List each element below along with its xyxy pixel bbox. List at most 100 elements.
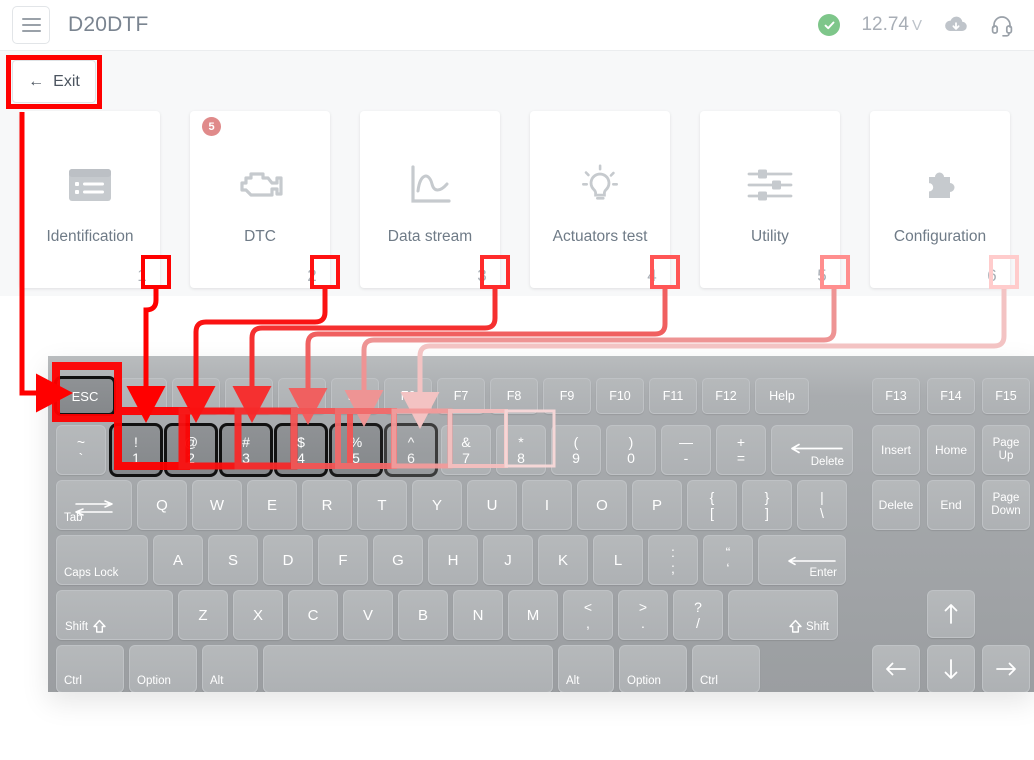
key-slash[interactable]: ? / bbox=[673, 590, 723, 640]
key-t[interactable]: T bbox=[357, 480, 407, 530]
key-y[interactable]: Y bbox=[412, 480, 462, 530]
menu-card-utility[interactable]: Utility 5 bbox=[700, 111, 840, 288]
exit-button[interactable]: ← Exit bbox=[12, 60, 96, 103]
key-key[interactable]: + = bbox=[716, 425, 766, 475]
key-backslash[interactable]: | \ bbox=[797, 480, 847, 530]
key-h[interactable]: H bbox=[428, 535, 478, 585]
key-f2[interactable]: F2 bbox=[172, 378, 220, 414]
key-label: >. bbox=[638, 598, 648, 631]
key-4[interactable]: $4 bbox=[274, 423, 328, 477]
key-d[interactable]: D bbox=[263, 535, 313, 585]
menu-card-dtc[interactable]: 5 DTC 2 bbox=[190, 111, 330, 288]
key-f4[interactable]: F4 bbox=[278, 378, 326, 414]
key-key[interactable]: {[ bbox=[687, 480, 737, 530]
key-arrow-left[interactable] bbox=[872, 645, 920, 692]
key-alt-left[interactable]: Alt bbox=[202, 645, 258, 692]
key-2[interactable]: @2 bbox=[164, 423, 218, 477]
key-tab[interactable]: Tab bbox=[56, 480, 132, 530]
key-esc[interactable]: ESC bbox=[54, 376, 116, 416]
key-end-nav[interactable]: End bbox=[927, 480, 975, 530]
key-c[interactable]: C bbox=[288, 590, 338, 640]
key-alt-right[interactable]: Alt bbox=[558, 645, 614, 692]
key-i[interactable]: I bbox=[522, 480, 572, 530]
key-arrow-up[interactable] bbox=[927, 590, 975, 638]
key-z[interactable]: Z bbox=[178, 590, 228, 640]
key-7[interactable]: & 7 bbox=[441, 425, 491, 475]
key-q[interactable]: Q bbox=[137, 480, 187, 530]
key-f[interactable]: F bbox=[318, 535, 368, 585]
key-page-up[interactable]: Page Up bbox=[982, 425, 1030, 475]
key-0[interactable]: ) 0 bbox=[606, 425, 656, 475]
key-1[interactable]: ! 1 bbox=[109, 423, 163, 477]
key-key[interactable]: ~ ` bbox=[56, 425, 106, 475]
menu-card-data-stream[interactable]: Data stream 3 bbox=[360, 111, 500, 288]
key-delete-nav[interactable]: Delete bbox=[872, 480, 920, 530]
key-f1[interactable]: F1 bbox=[119, 378, 167, 414]
hamburger-icon[interactable] bbox=[12, 6, 50, 44]
key-9[interactable]: (9 bbox=[551, 425, 601, 475]
key-f10[interactable]: F10 bbox=[596, 378, 644, 414]
key-x[interactable]: X bbox=[233, 590, 283, 640]
key-arrow-down[interactable] bbox=[927, 645, 975, 692]
key-shift-right[interactable]: Shift bbox=[728, 590, 838, 640]
key-key[interactable]: — - bbox=[661, 425, 711, 475]
key-3[interactable]: #3 bbox=[219, 423, 273, 477]
key-5[interactable]: % 5 bbox=[329, 423, 383, 477]
key-m[interactable]: M bbox=[508, 590, 558, 640]
key-u[interactable]: U bbox=[467, 480, 517, 530]
key-page-down-nav[interactable]: Page Down bbox=[982, 480, 1030, 530]
key-f6[interactable]: F6 bbox=[384, 378, 432, 414]
key-f3[interactable]: F3 bbox=[225, 378, 273, 414]
key-comma[interactable]: <, bbox=[563, 590, 613, 640]
key-g[interactable]: G bbox=[373, 535, 423, 585]
menu-card-configuration[interactable]: Configuration 6 bbox=[870, 111, 1010, 288]
key-label: Shift bbox=[788, 619, 829, 634]
cloud-download-icon[interactable] bbox=[943, 15, 969, 35]
key-f9[interactable]: F9 bbox=[543, 378, 591, 414]
key-f7[interactable]: F7 bbox=[437, 378, 485, 414]
key-option-right[interactable]: Option bbox=[619, 645, 687, 692]
key-label: Delete bbox=[878, 498, 914, 512]
key-help[interactable]: Help bbox=[755, 378, 809, 414]
menu-card-actuators-test[interactable]: Actuators test 4 bbox=[530, 111, 670, 288]
key-option-left[interactable]: Option bbox=[129, 645, 197, 692]
key-delete-backspace[interactable]: Delete bbox=[771, 425, 853, 475]
key-insert[interactable]: Insert bbox=[872, 425, 920, 475]
key-f8[interactable]: F8 bbox=[490, 378, 538, 414]
key-6[interactable]: ^ 6 bbox=[384, 423, 438, 477]
key-caps-lock[interactable]: Caps Lock bbox=[56, 535, 148, 585]
key-period[interactable]: >. bbox=[618, 590, 668, 640]
key-space[interactable] bbox=[263, 645, 553, 692]
key-b[interactable]: B bbox=[398, 590, 448, 640]
key-o[interactable]: O bbox=[577, 480, 627, 530]
key-ctrl-right[interactable]: Ctrl bbox=[692, 645, 760, 692]
key-f13[interactable]: F13 bbox=[872, 378, 920, 414]
key-f5[interactable]: F5 bbox=[331, 378, 379, 414]
key-r[interactable]: R bbox=[302, 480, 352, 530]
key-e[interactable]: E bbox=[247, 480, 297, 530]
key-f15[interactable]: F15 bbox=[982, 378, 1030, 414]
key-quote[interactable]: “‘ bbox=[703, 535, 753, 585]
key-home[interactable]: Home bbox=[927, 425, 975, 475]
key-key[interactable]: }] bbox=[742, 480, 792, 530]
key-l[interactable]: L bbox=[593, 535, 643, 585]
key-ctrl-left[interactable]: Ctrl bbox=[56, 645, 124, 692]
key-n[interactable]: N bbox=[453, 590, 503, 640]
key-s[interactable]: S bbox=[208, 535, 258, 585]
key-v[interactable]: V bbox=[343, 590, 393, 640]
key-a[interactable]: A bbox=[153, 535, 203, 585]
headset-icon[interactable] bbox=[990, 13, 1014, 37]
key-f14[interactable]: F14 bbox=[927, 378, 975, 414]
key-enter[interactable]: Enter bbox=[758, 535, 846, 585]
key-k[interactable]: K bbox=[538, 535, 588, 585]
key-shift-left[interactable]: Shift bbox=[56, 590, 173, 640]
key-semicolon[interactable]: :; bbox=[648, 535, 698, 585]
key-f11[interactable]: F11 bbox=[649, 378, 697, 414]
menu-card-identification[interactable]: Identification 1 bbox=[20, 111, 160, 288]
key-w[interactable]: W bbox=[192, 480, 242, 530]
key-j[interactable]: J bbox=[483, 535, 533, 585]
key-f12[interactable]: F12 bbox=[702, 378, 750, 414]
key-arrow-right[interactable] bbox=[982, 645, 1030, 692]
key-8[interactable]: * 8 bbox=[496, 425, 546, 475]
key-p[interactable]: P bbox=[632, 480, 682, 530]
